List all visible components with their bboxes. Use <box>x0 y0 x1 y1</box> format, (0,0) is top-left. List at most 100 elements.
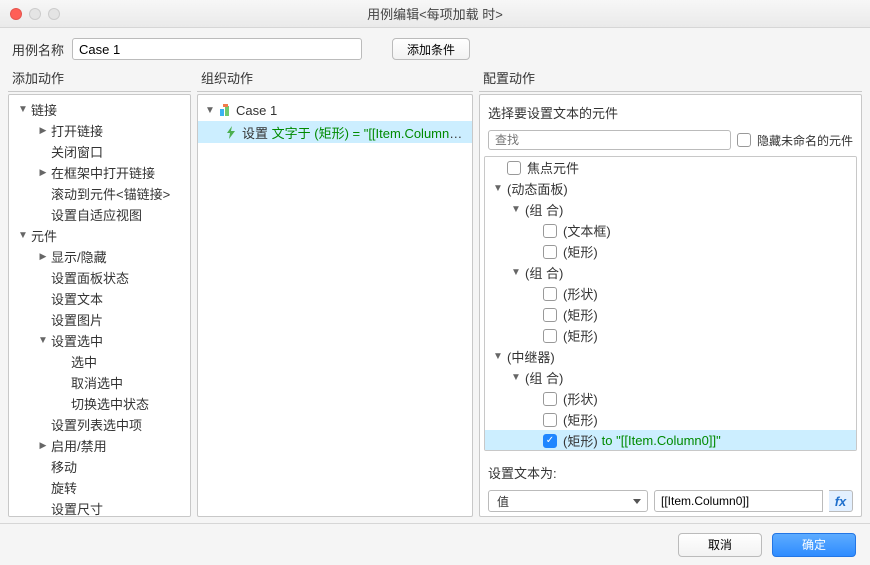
widget-tree-item[interactable]: (形状) <box>485 388 856 409</box>
widget-label: (组 合) <box>525 263 563 282</box>
action-tree[interactable]: ▼链接▶打开链接关闭窗口▶在框架中打开链接滚动到元件<锚链接>设置自适应视图▼元… <box>8 94 191 517</box>
tree-item-label: 设置图片 <box>51 310 184 329</box>
spacer-icon <box>57 398 69 410</box>
spacer-icon <box>37 272 49 284</box>
columns: 添加动作 ▼链接▶打开链接关闭窗口▶在框架中打开链接滚动到元件<锚链接>设置自适… <box>0 66 870 523</box>
tree-item-label: 设置尺寸 <box>51 499 184 517</box>
tree-item-label: 设置文本 <box>51 289 184 308</box>
action-tree-item[interactable]: 旋转 <box>9 477 190 498</box>
hide-unnamed-checkbox[interactable] <box>737 133 751 147</box>
tree-item-label: 滚动到元件<锚链接> <box>51 184 184 203</box>
widget-tree-item[interactable]: ▼(组 合) <box>485 262 856 283</box>
fx-button[interactable]: fx <box>829 490 853 512</box>
chevron-down-icon: ▼ <box>493 351 505 362</box>
tree-item-label: 打开链接 <box>51 121 184 140</box>
widget-label: (动态面板) <box>507 179 568 198</box>
widget-tree-item[interactable]: ✓(矩形) to "[[Item.Column0]]" <box>485 430 856 451</box>
ok-button[interactable]: 确定 <box>772 533 856 557</box>
widget-extra: to "[[Item.Column0]]" <box>602 433 721 448</box>
spacer-icon <box>37 503 49 515</box>
widget-tree-item[interactable]: (矩形) <box>485 304 856 325</box>
widget-tree-item[interactable]: (文本框) <box>485 220 856 241</box>
widget-checkbox[interactable] <box>543 287 557 301</box>
action-tree-item[interactable]: 滚动到元件<锚链接> <box>9 183 190 204</box>
tree-item-label: 旋转 <box>51 478 184 497</box>
action-tree-item[interactable]: 选中 <box>9 351 190 372</box>
action-tree-item[interactable]: ▶显示/隐藏 <box>9 246 190 267</box>
action-tree-item[interactable]: 取消选中 <box>9 372 190 393</box>
action-tree-item[interactable]: ▼设置选中 <box>9 330 190 351</box>
widget-checkbox[interactable] <box>507 161 521 175</box>
value-type-select[interactable]: 值 <box>488 490 648 512</box>
action-label: 设置 文字于 (矩形) = "[[Item.Column0]]" <box>242 123 466 142</box>
widget-tree-item[interactable]: ▼(组 合) <box>485 199 856 220</box>
action-tree-item[interactable]: 设置图片 <box>9 309 190 330</box>
case-name-input[interactable] <box>72 38 362 60</box>
widget-label: (中继器) <box>507 347 555 366</box>
spacer-icon <box>37 209 49 221</box>
spacer-icon <box>37 314 49 326</box>
chevron-right-icon: ▶ <box>37 125 49 137</box>
chevron-down-icon: ▼ <box>493 183 505 194</box>
widget-tree[interactable]: 焦点元件▼(动态面板)▼(组 合)(文本框)(矩形)▼(组 合)(形状)(矩形)… <box>484 156 857 451</box>
tree-item-label: 切换选中状态 <box>71 394 184 413</box>
configure-column: 配置动作 选择要设置文本的元件 隐藏未命名的元件 焦点元件▼(动态面板)▼(组 … <box>479 66 862 517</box>
spacer-icon <box>37 419 49 431</box>
action-tree-item[interactable]: ▶在框架中打开链接 <box>9 162 190 183</box>
cancel-button[interactable]: 取消 <box>678 533 762 557</box>
tree-item-label: 设置自适应视图 <box>51 205 184 224</box>
search-input[interactable] <box>488 130 731 150</box>
widget-tree-item[interactable]: ▼(组 合) <box>485 367 856 388</box>
action-tree-item[interactable]: 设置文本 <box>9 288 190 309</box>
tree-item-label: 启用/禁用 <box>51 436 184 455</box>
widget-tree-item[interactable]: 焦点元件 <box>485 157 856 178</box>
widget-tree-item[interactable]: (形状) <box>485 283 856 304</box>
chevron-right-icon: ▶ <box>37 251 49 263</box>
tree-item-label: 选中 <box>71 352 184 371</box>
action-tree-item[interactable]: 移动 <box>9 456 190 477</box>
widget-tree-item[interactable]: (矩形) <box>485 409 856 430</box>
action-tree-item[interactable]: ▶打开链接 <box>9 120 190 141</box>
widget-checkbox[interactable] <box>543 245 557 259</box>
widget-checkbox[interactable] <box>543 308 557 322</box>
action-tree-item[interactable]: 设置自适应视图 <box>9 204 190 225</box>
widget-label: (文本框) <box>563 221 611 240</box>
widget-tree-item[interactable]: ▼(动态面板) <box>485 178 856 199</box>
case-node[interactable]: ▼ Case 1 <box>198 99 472 121</box>
chevron-right-icon: ▶ <box>37 440 49 452</box>
add-action-column: 添加动作 ▼链接▶打开链接关闭窗口▶在框架中打开链接滚动到元件<锚链接>设置自适… <box>8 66 191 517</box>
widget-label: (矩形) <box>563 305 598 324</box>
action-tree-item[interactable]: 关闭窗口 <box>9 141 190 162</box>
widget-label: (形状) <box>563 389 598 408</box>
widget-checkbox[interactable] <box>543 392 557 406</box>
widget-checkbox[interactable] <box>543 224 557 238</box>
action-tree-item[interactable]: ▼链接 <box>9 99 190 120</box>
tree-item-label: 在框架中打开链接 <box>51 163 184 182</box>
chevron-down-icon: ▼ <box>17 230 29 242</box>
widget-checkbox[interactable]: ✓ <box>543 434 557 448</box>
action-tree-item[interactable]: 设置列表选中项 <box>9 414 190 435</box>
tree-item-label: 取消选中 <box>71 373 184 392</box>
action-tree-item[interactable]: 切换选中状态 <box>9 393 190 414</box>
action-tree-item[interactable]: ▶启用/禁用 <box>9 435 190 456</box>
select-widget-label: 选择要设置文本的元件 <box>484 99 857 124</box>
action-node[interactable]: 设置 文字于 (矩形) = "[[Item.Column0]]" <box>198 121 472 143</box>
widget-tree-item[interactable]: ▼(中继器) <box>485 346 856 367</box>
spacer-icon <box>37 461 49 473</box>
tree-item-label: 设置列表选中项 <box>51 415 184 434</box>
value-input[interactable] <box>654 490 823 512</box>
add-condition-button[interactable]: 添加条件 <box>392 38 470 60</box>
action-tree-item[interactable]: 设置面板状态 <box>9 267 190 288</box>
tree-item-label: 关闭窗口 <box>51 142 184 161</box>
widget-checkbox[interactable] <box>543 413 557 427</box>
widget-checkbox[interactable] <box>543 329 557 343</box>
spacer-icon <box>37 482 49 494</box>
case-icon <box>218 103 232 117</box>
widget-tree-item[interactable]: (矩形) <box>485 241 856 262</box>
action-tree-item[interactable]: ▼元件 <box>9 225 190 246</box>
widget-tree-item[interactable]: (矩形) <box>485 325 856 346</box>
spacer-icon <box>37 146 49 158</box>
add-action-header: 添加动作 <box>8 66 191 92</box>
action-tree-item[interactable]: 设置尺寸 <box>9 498 190 517</box>
organize-tree[interactable]: ▼ Case 1 <box>197 94 473 517</box>
